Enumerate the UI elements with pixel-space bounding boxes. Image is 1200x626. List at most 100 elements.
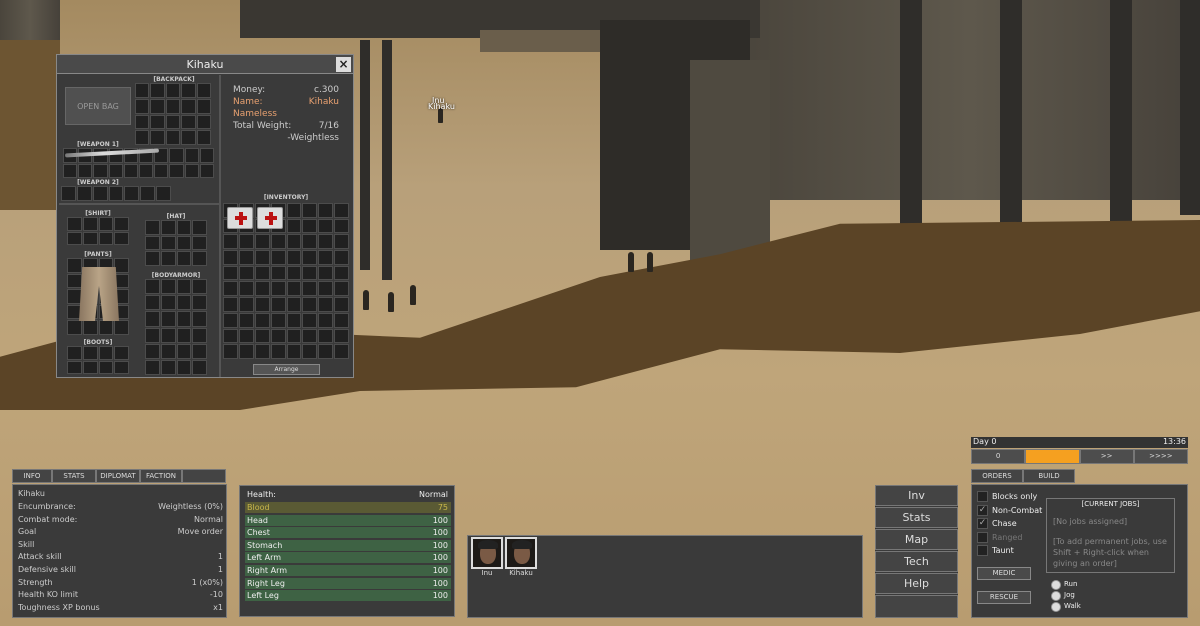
item-slot[interactable] <box>124 186 140 201</box>
item-slot[interactable] <box>145 359 160 375</box>
item-slot[interactable] <box>223 328 238 344</box>
item-slot[interactable] <box>181 83 196 98</box>
item-slot[interactable] <box>192 359 207 375</box>
item-slot[interactable] <box>145 327 160 343</box>
item-slot[interactable] <box>160 235 176 251</box>
item-slot[interactable] <box>254 281 270 297</box>
item-slot[interactable] <box>318 297 334 312</box>
hat-slot[interactable] <box>145 220 207 266</box>
speed-fast-button[interactable]: >> <box>1079 449 1134 464</box>
map-button[interactable]: Map <box>875 529 958 550</box>
open-bag-button[interactable]: OPEN BAG <box>65 87 131 125</box>
item-slot[interactable] <box>176 279 192 295</box>
item-slot[interactable] <box>145 295 160 311</box>
item-slot[interactable] <box>61 186 76 201</box>
item-slot[interactable] <box>192 343 207 359</box>
checkbox[interactable] <box>977 491 988 502</box>
item-slot[interactable] <box>114 360 129 374</box>
item-slot[interactable] <box>160 295 176 311</box>
item-slot[interactable] <box>150 83 165 98</box>
arrange-button[interactable]: Arrange <box>253 364 320 375</box>
close-button[interactable]: × <box>336 57 351 72</box>
tab-build[interactable]: BUILD <box>1023 469 1075 483</box>
item-slot[interactable] <box>108 186 124 201</box>
backpack-grid[interactable] <box>135 83 211 145</box>
item-slot[interactable] <box>82 217 98 231</box>
item-slot[interactable] <box>192 327 207 343</box>
medic-button[interactable]: MEDIC <box>977 567 1031 580</box>
item-slot[interactable] <box>302 297 318 312</box>
tab-diplomat[interactable]: DIPLOMAT <box>96 469 140 483</box>
item-slot[interactable] <box>67 273 82 289</box>
item-slot[interactable] <box>223 297 238 312</box>
item-slot[interactable] <box>238 265 254 281</box>
npc-figure[interactable] <box>363 290 369 310</box>
item-slot[interactable] <box>334 344 349 359</box>
item-slot[interactable] <box>176 220 192 235</box>
item-slot[interactable] <box>135 114 150 130</box>
item-slot[interactable] <box>286 297 302 312</box>
item-slot[interactable] <box>165 83 181 98</box>
item-slot[interactable] <box>270 344 286 359</box>
item-slot[interactable] <box>114 217 129 231</box>
item-slot[interactable] <box>302 344 318 359</box>
item-slot[interactable] <box>318 265 334 281</box>
item-slot[interactable] <box>67 360 82 374</box>
item-slot[interactable] <box>145 311 160 327</box>
item-slot[interactable] <box>108 163 123 178</box>
item-slot[interactable] <box>254 344 270 359</box>
item-slot[interactable] <box>334 328 349 344</box>
window-title[interactable]: Kihaku <box>57 55 353 74</box>
item-slot[interactable] <box>92 186 108 201</box>
boots-slot[interactable] <box>67 346 129 374</box>
speed-normal-button[interactable] <box>1025 449 1080 464</box>
item-slot[interactable] <box>176 251 192 266</box>
item-slot[interactable] <box>334 312 349 328</box>
npc-figure[interactable] <box>647 252 653 272</box>
item-slot[interactable] <box>184 148 199 163</box>
item-slot[interactable] <box>238 234 254 250</box>
item-slot[interactable] <box>160 220 176 235</box>
item-slot[interactable] <box>67 217 82 231</box>
medkit-item[interactable] <box>227 207 253 229</box>
item-slot[interactable] <box>270 281 286 297</box>
item-slot[interactable] <box>286 344 302 359</box>
item-slot[interactable] <box>302 281 318 297</box>
item-slot[interactable] <box>165 98 181 114</box>
walk-radio[interactable] <box>1051 602 1061 612</box>
item-slot[interactable] <box>286 250 302 265</box>
item-slot[interactable] <box>135 130 150 145</box>
speed-pause-button[interactable]: 0 <box>971 449 1026 464</box>
item-slot[interactable] <box>238 344 254 359</box>
item-slot[interactable] <box>302 218 318 234</box>
item-slot[interactable] <box>223 250 238 265</box>
item-slot[interactable] <box>270 234 286 250</box>
bodyarmor-slot[interactable] <box>145 279 207 375</box>
item-slot[interactable] <box>114 231 129 245</box>
item-slot[interactable] <box>334 234 349 250</box>
item-slot[interactable] <box>145 220 160 235</box>
item-slot[interactable] <box>318 328 334 344</box>
item-slot[interactable] <box>114 346 129 360</box>
shirt-slot[interactable] <box>67 217 129 245</box>
item-slot[interactable] <box>192 220 207 235</box>
item-slot[interactable] <box>82 360 98 374</box>
item-slot[interactable] <box>135 98 150 114</box>
item-slot[interactable] <box>318 281 334 297</box>
item-slot[interactable] <box>98 346 114 360</box>
item-slot[interactable] <box>302 203 318 218</box>
npc-figure[interactable] <box>410 285 416 305</box>
item-slot[interactable] <box>160 279 176 295</box>
item-slot[interactable] <box>223 234 238 250</box>
item-slot[interactable] <box>254 297 270 312</box>
item-slot[interactable] <box>63 163 78 178</box>
item-slot[interactable] <box>238 250 254 265</box>
item-slot[interactable] <box>150 114 165 130</box>
item-slot[interactable] <box>286 312 302 328</box>
item-slot[interactable] <box>145 343 160 359</box>
help-button[interactable]: Help <box>875 573 958 594</box>
item-slot[interactable] <box>169 148 184 163</box>
item-slot[interactable] <box>223 312 238 328</box>
item-slot[interactable] <box>223 265 238 281</box>
item-slot[interactable] <box>82 320 98 335</box>
